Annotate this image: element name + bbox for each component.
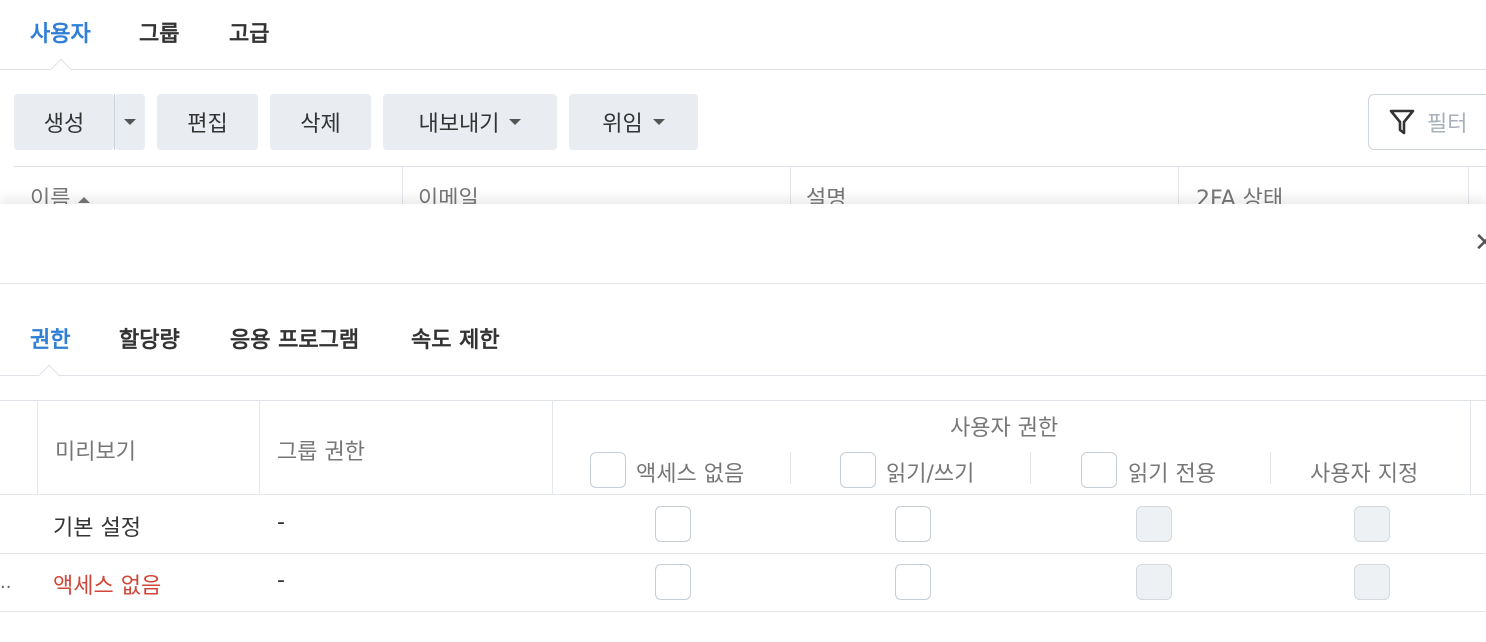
chevron-down-icon xyxy=(509,119,522,125)
column-separator xyxy=(1270,452,1271,484)
row-read-write-checkbox[interactable] xyxy=(895,506,931,542)
row-no-access-checkbox[interactable] xyxy=(655,564,691,600)
tab-users[interactable]: 사용자 xyxy=(30,16,91,48)
row-preview-default: 기본 설정 xyxy=(53,516,141,541)
column-description[interactable]: 설명 xyxy=(806,181,846,206)
chevron-down-icon xyxy=(652,119,665,125)
header-read-only: 읽기 전용 xyxy=(1128,462,1216,487)
delete-button[interactable]: 삭제 xyxy=(270,94,371,150)
filter-placeholder: 필터 xyxy=(1427,112,1468,137)
delegate-button[interactable]: 위임 xyxy=(569,94,698,150)
column-separator xyxy=(1178,167,1179,206)
column-separator xyxy=(790,452,791,484)
header-user-permission: 사용자 권한 xyxy=(950,416,1059,441)
column-separator xyxy=(37,400,38,494)
select-all-read-only-checkbox[interactable] xyxy=(1081,452,1117,488)
row-read-write-checkbox[interactable] xyxy=(895,564,931,600)
tab-applications[interactable]: 응용 프로그램 xyxy=(230,322,359,354)
chevron-down-icon xyxy=(124,119,136,125)
header-read-write: 읽기/쓰기 xyxy=(886,462,975,487)
column-separator xyxy=(790,167,791,206)
delegate-label: 위임 xyxy=(602,112,643,137)
delete-label: 삭제 xyxy=(300,112,341,137)
filter-input[interactable]: 필터 xyxy=(1368,94,1486,150)
column-separator xyxy=(552,400,553,494)
user-grid-header: 이름 이메일 설명 2FA 상태 xyxy=(14,166,1486,206)
export-button[interactable]: 내보내기 xyxy=(383,94,557,150)
header-group-permission: 그룹 권한 xyxy=(277,440,365,465)
create-dropdown-button[interactable] xyxy=(115,94,145,150)
top-tab-bar: 사용자 그룹 고급 xyxy=(0,0,1486,82)
header-custom: 사용자 지정 xyxy=(1310,462,1419,487)
column-separator xyxy=(402,167,403,206)
column-separator xyxy=(1468,167,1469,206)
row-preview-no-access: 액세스 없음 xyxy=(53,574,162,599)
close-icon[interactable]: ✕ xyxy=(1474,228,1486,258)
edit-button[interactable]: 편집 xyxy=(157,94,258,150)
row-custom-checkbox xyxy=(1354,506,1390,542)
tab-permissions[interactable]: 권한 xyxy=(30,322,70,354)
row-divider xyxy=(0,611,1486,612)
tab-advanced[interactable]: 고급 xyxy=(229,16,269,48)
row-group-permission: - xyxy=(277,510,285,535)
panel-tab-bar: 권한 할당량 응용 프로그램 속도 제한 xyxy=(0,284,1486,388)
row-truncated-text: .. xyxy=(0,572,12,593)
row-divider xyxy=(0,494,1486,495)
tab-quota[interactable]: 할당량 xyxy=(119,322,180,354)
filter-icon xyxy=(1389,109,1415,135)
active-tab-indicator xyxy=(49,58,73,82)
create-button[interactable]: 생성 xyxy=(14,94,114,150)
table-top-border xyxy=(0,400,1486,401)
create-label: 생성 xyxy=(43,112,85,137)
column-email[interactable]: 이메일 xyxy=(418,181,479,206)
column-separator xyxy=(1030,452,1031,484)
column-separator xyxy=(1470,400,1471,494)
sort-ascending-icon xyxy=(78,197,91,203)
row-custom-checkbox xyxy=(1354,564,1390,600)
user-detail-panel: ✕ 권한 할당량 응용 프로그램 속도 제한 미리보기 그룹 권한 사용자 권한… xyxy=(0,204,1486,642)
row-no-access-checkbox[interactable] xyxy=(655,506,691,542)
select-all-no-access-checkbox[interactable] xyxy=(590,452,626,488)
column-separator xyxy=(259,400,260,494)
column-name[interactable]: 이름 xyxy=(30,181,91,206)
row-group-permission: - xyxy=(277,568,285,593)
row-read-only-checkbox xyxy=(1136,506,1172,542)
tab-groups[interactable]: 그룹 xyxy=(139,16,179,48)
panel-header: ✕ xyxy=(0,204,1486,284)
header-preview: 미리보기 xyxy=(55,440,136,465)
row-read-only-checkbox xyxy=(1136,564,1172,600)
column-2fa-status[interactable]: 2FA 상태 xyxy=(1196,181,1283,206)
permissions-table: 미리보기 그룹 권한 사용자 권한 액세스 없음 읽기/쓰기 읽기 전용 사용자… xyxy=(0,400,1486,612)
tab-speed-limit[interactable]: 속도 제한 xyxy=(411,322,500,354)
active-tab-indicator xyxy=(37,364,61,388)
select-all-read-write-checkbox[interactable] xyxy=(840,452,876,488)
header-no-access: 액세스 없음 xyxy=(636,462,745,487)
export-label: 내보내기 xyxy=(418,112,500,137)
row-divider xyxy=(0,553,1486,554)
edit-label: 편집 xyxy=(187,112,228,137)
